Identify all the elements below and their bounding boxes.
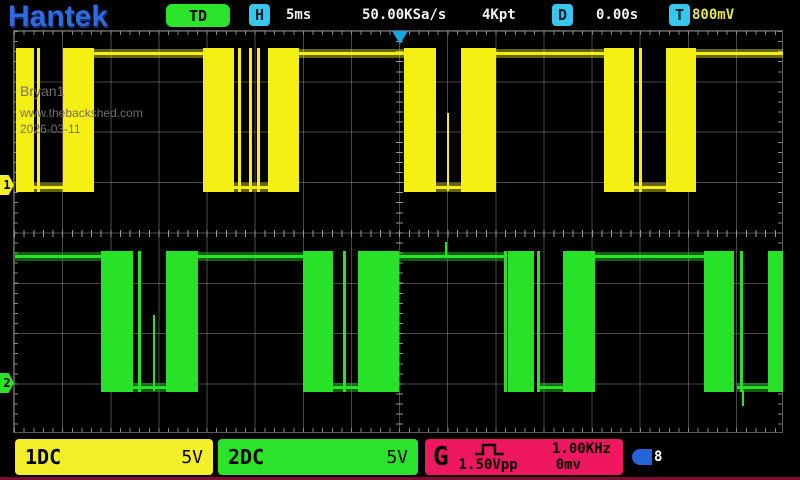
annotation-name: Bryan1 [20,84,143,99]
channel2-position-marker[interactable]: 2 [0,373,14,393]
ch2-trace-segment [15,255,101,258]
ch1-trace-segment [496,52,604,55]
ch2-trace-segment [508,251,534,392]
ch1-trace-segment [447,113,449,191]
trigger-menu-badge[interactable]: T [669,4,690,26]
ch2-trace-segment [595,255,704,258]
ch2-trace-segment [537,251,540,392]
channel2-coupling-label: 2DC [228,445,264,469]
signal-generator-box[interactable]: G 1.00KHz 1.50Vpp 0mv [425,439,623,475]
generator-label: G [433,442,449,472]
ch1-trace-segment [249,48,252,192]
ch2-trace-segment [504,251,507,392]
square-wave-icon [473,442,507,457]
ch1-trace-segment [268,48,299,192]
usb-device-char: 8 [652,448,664,466]
trigger-level-value: 800mV [692,7,734,23]
usb-device-icon: 8 [632,448,672,466]
trigger-position-marker-icon[interactable] [392,31,408,44]
sample-rate-value: 50.00KSa/s [362,7,446,23]
ch1-trace-segment [666,48,696,192]
ch2-trace-segment [704,251,734,392]
ch1-trace-segment [639,48,642,192]
ch1-trace-segment [604,48,634,192]
ch2-trace-segment [358,251,399,392]
ch1-trace-segment [257,48,260,192]
channel1-scale-value: 5V [181,447,203,468]
channel1-position-marker[interactable]: 1 [0,175,14,195]
acquisition-mode-badge[interactable]: TD [166,4,230,27]
ch2-trace-segment [445,242,447,256]
screen-annotation: Bryan1 www.thebackshed.com 2026-03-11 [20,84,143,136]
ch1-trace-segment [461,48,496,192]
horizontal-menu-badge[interactable]: H [249,4,270,26]
memory-depth-value: 4Kpt [482,7,516,23]
channel2-settings-box[interactable]: 2DC 5V [218,439,418,475]
ch1-trace-segment [299,52,404,55]
ch2-trace-segment [740,251,743,392]
ch2-trace-segment [138,251,141,392]
channel1-coupling-label: 1DC [25,445,61,469]
ch2-trace-segment [563,251,595,392]
oscilloscope-screen: Hantek TD H 5ms 50.00KSa/s 4Kpt D 0.00s … [0,0,800,480]
ch2-trace-segment [343,251,346,392]
ch2-trace-segment [768,251,783,392]
ch2-trace-segment [101,251,133,392]
generator-amplitude: 1.50Vpp [459,457,518,473]
ch2-trace-segment [539,386,563,389]
annotation-url: www.thebackshed.com [20,107,143,120]
ch1-trace-segment [203,48,234,192]
ch2-trace-segment [166,251,198,392]
horizontal-offset-value: 0.00s [596,7,638,23]
ch1-trace-segment [238,48,241,192]
delay-menu-badge[interactable]: D [552,4,573,26]
timebase-value: 5ms [286,7,311,23]
ch2-trace-segment [153,315,155,391]
channel2-scale-value: 5V [386,447,408,468]
ch2-trace-segment [399,255,504,258]
generator-frequency: 1.00KHz [552,441,611,457]
ch2-trace-segment [742,390,744,406]
generator-offset: 0mv [556,457,581,473]
annotation-date: 2026-03-11 [20,123,143,136]
ch1-trace-segment [404,48,436,192]
ch2-trace-segment [303,251,333,392]
ch1-trace-segment [696,52,783,55]
ch1-trace-segment [94,52,203,55]
ch2-trace-segment [333,386,358,389]
brand-logo: Hantek [8,0,108,34]
ch2-trace-segment [198,255,303,258]
channel1-settings-box[interactable]: 1DC 5V [15,439,213,475]
